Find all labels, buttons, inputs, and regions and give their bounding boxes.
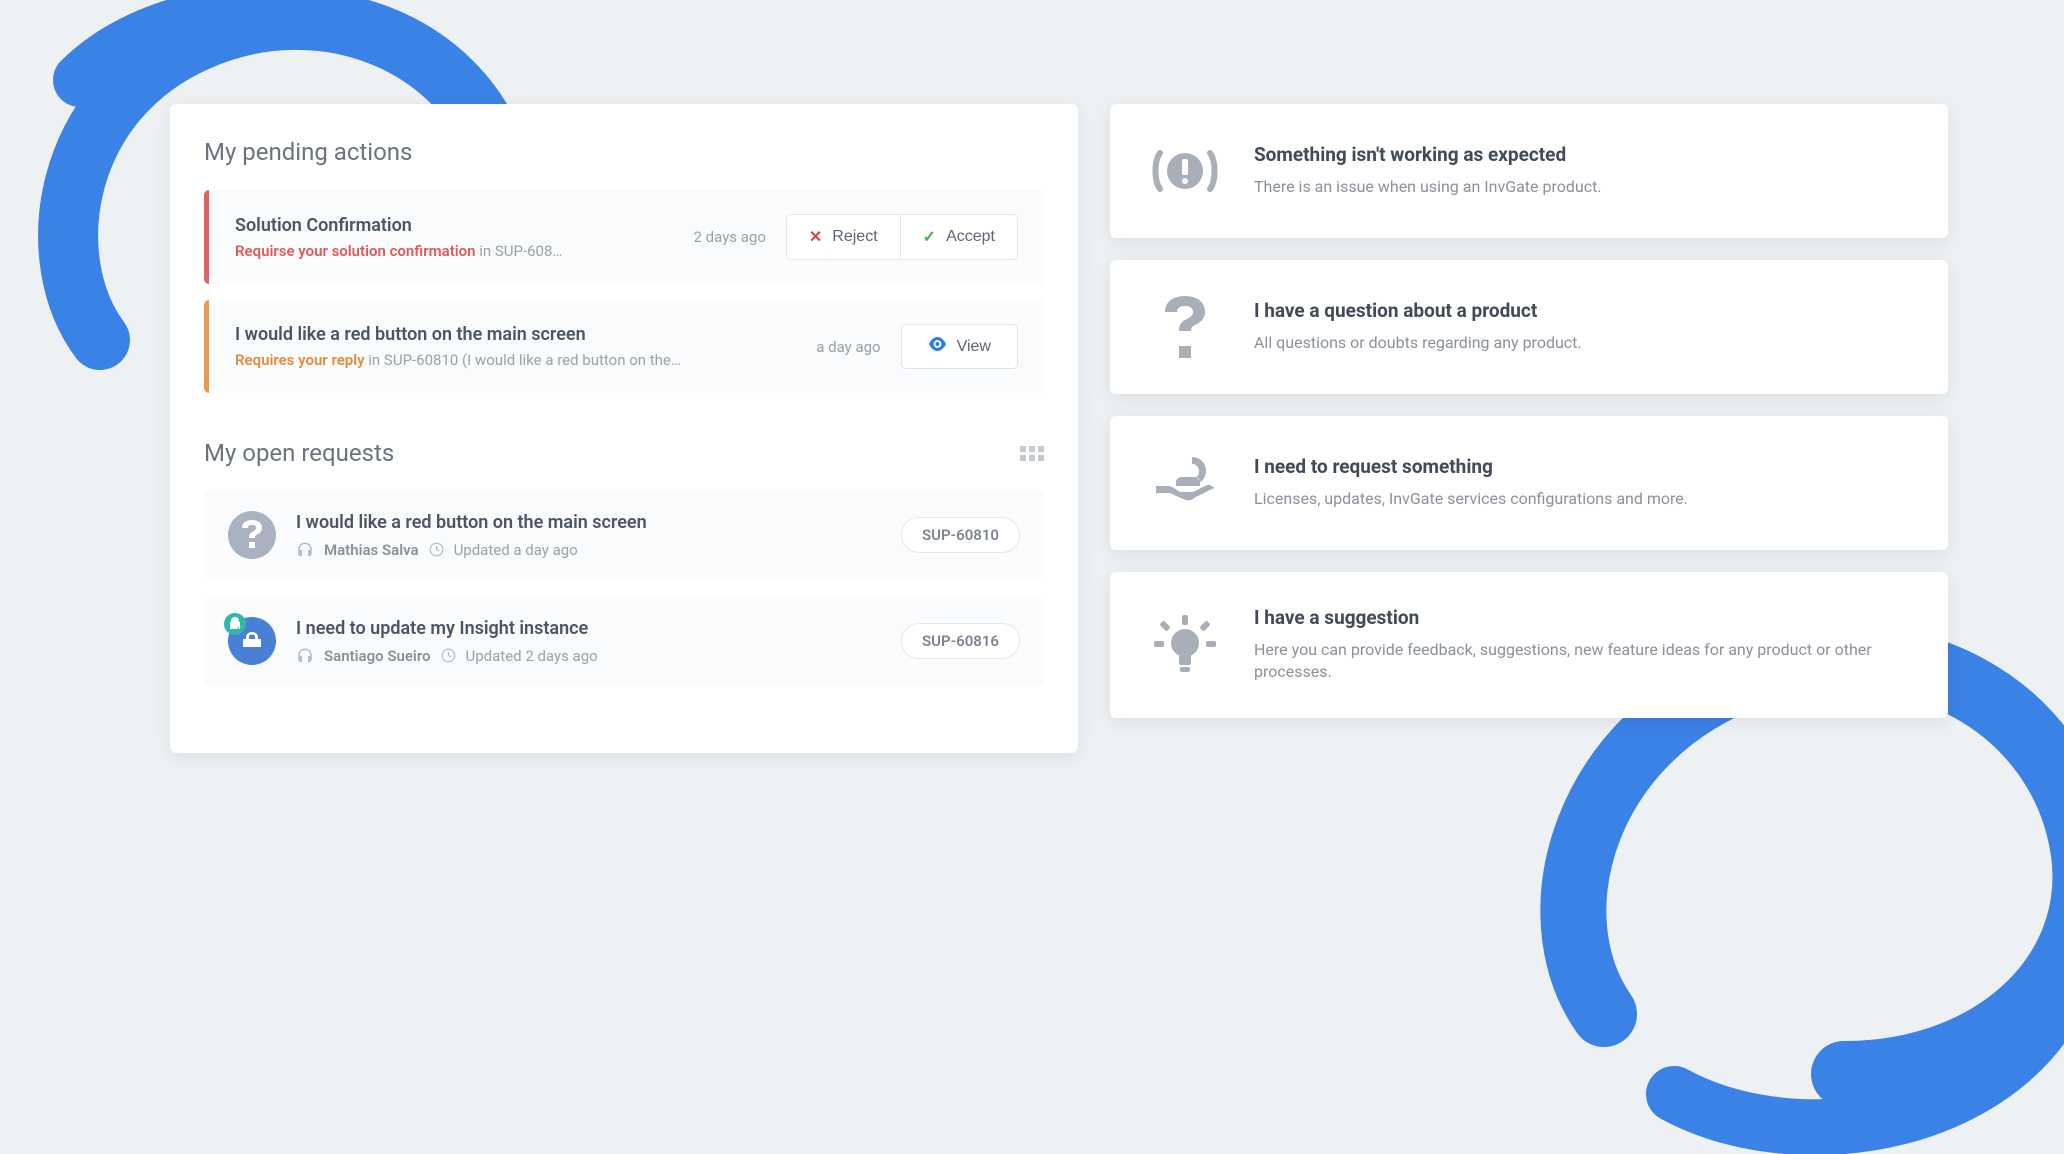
request-title: I need to update my Insight instance xyxy=(296,618,881,639)
category-question[interactable]: I have a question about a product All qu… xyxy=(1110,260,1948,394)
request-title: I would like a red button on the main sc… xyxy=(296,512,881,533)
category-desc: Licenses, updates, InvGate services conf… xyxy=(1254,488,1908,510)
question-avatar-icon xyxy=(228,511,276,559)
pending-action-card[interactable]: I would like a red button on the main sc… xyxy=(204,300,1044,393)
pending-action-time: a day ago xyxy=(816,338,880,356)
pending-action-card[interactable]: Solution Confirmation Requirse your solu… xyxy=(204,190,1044,284)
request-meta: Santiago Sueiro Updated 2 days ago xyxy=(296,647,881,665)
category-request[interactable]: I need to request something Licenses, up… xyxy=(1110,416,1948,550)
question-icon xyxy=(1150,294,1220,360)
pending-action-subtitle: Requirse your solution confirmation in S… xyxy=(235,242,674,260)
request-card[interactable]: I need to update my Insight instance San… xyxy=(204,597,1044,685)
view-button[interactable]: View xyxy=(901,324,1018,369)
pending-action-subtitle: Requires your reply in SUP-60810 (I woul… xyxy=(235,351,796,369)
pending-actions-section: My pending actions Solution Confirmation… xyxy=(204,138,1044,393)
category-title: I need to request something xyxy=(1254,455,1908,478)
accept-button[interactable]: ✓ Accept xyxy=(900,215,1017,259)
pending-heading: My pending actions xyxy=(204,138,1044,166)
grid-view-icon[interactable] xyxy=(1020,446,1044,461)
main-panel: My pending actions Solution Confirmation… xyxy=(170,104,1078,753)
request-code-badge: SUP-60810 xyxy=(901,517,1020,553)
category-title: I have a suggestion xyxy=(1254,606,1908,629)
request-code-badge: SUP-60816 xyxy=(901,623,1020,659)
request-meta: Mathias Salva Updated a day ago xyxy=(296,541,881,559)
hand-request-icon xyxy=(1150,450,1220,516)
pending-action-buttons: ✕ Reject ✓ Accept xyxy=(786,214,1018,260)
category-desc: All questions or doubts regarding any pr… xyxy=(1254,332,1908,354)
category-suggestion[interactable]: I have a suggestion Here you can provide… xyxy=(1110,572,1948,718)
reject-button[interactable]: ✕ Reject xyxy=(787,215,900,259)
clock-icon xyxy=(441,648,456,663)
lightbulb-icon xyxy=(1150,612,1220,678)
category-issue[interactable]: Something isn't working as expected Ther… xyxy=(1110,104,1948,238)
pending-action-time: 2 days ago xyxy=(694,228,766,246)
categories-panel: Something isn't working as expected Ther… xyxy=(1110,104,1948,718)
eye-icon xyxy=(928,337,947,356)
pending-action-title: I would like a red button on the main sc… xyxy=(235,324,796,345)
category-title: Something isn't working as expected xyxy=(1254,143,1908,166)
check-icon: ✓ xyxy=(923,227,936,247)
open-requests-heading: My open requests xyxy=(204,439,394,467)
x-icon: ✕ xyxy=(809,227,822,247)
pending-action-title: Solution Confirmation xyxy=(235,215,674,236)
open-requests-section: My open requests I would like a red butt… xyxy=(204,439,1044,685)
category-title: I have a question about a product xyxy=(1254,299,1908,322)
headset-icon xyxy=(296,647,314,665)
request-card[interactable]: I would like a red button on the main sc… xyxy=(204,491,1044,579)
category-desc: Here you can provide feedback, suggestio… xyxy=(1254,639,1908,684)
alert-icon xyxy=(1150,138,1220,204)
clock-icon xyxy=(429,542,444,557)
service-avatar-icon xyxy=(228,617,276,665)
category-desc: There is an issue when using an InvGate … xyxy=(1254,176,1908,198)
headset-icon xyxy=(296,541,314,559)
